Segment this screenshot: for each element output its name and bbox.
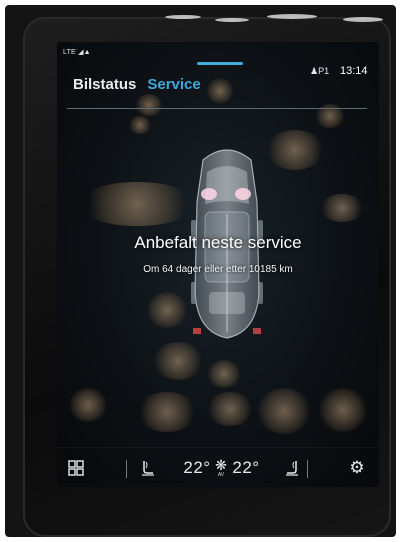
fan-control: ❋ AV <box>215 458 227 478</box>
separator <box>126 460 127 478</box>
settings-button[interactable]: ⚙ <box>343 448 371 487</box>
status-bar: LTE ◢▲ ♟P1 13:14 <box>57 42 379 77</box>
clock: 13:14 <box>340 65 368 77</box>
smudge <box>319 194 365 222</box>
seat-heat-left-icon <box>142 461 154 476</box>
pull-down-handle[interactable] <box>197 62 243 65</box>
smudge <box>147 292 187 328</box>
smudge <box>77 182 197 226</box>
tab-bar: Bilstatus Service <box>73 76 201 100</box>
left-seat-heat-button[interactable] <box>135 448 161 487</box>
smudge <box>69 388 107 422</box>
signal-label: LTE <box>63 49 76 56</box>
infotainment-screen: LTE ◢▲ ♟P1 13:14 Bilstatus Service Anbef… <box>57 42 379 487</box>
service-headline: Anbefalt neste service <box>134 233 302 252</box>
smudge <box>137 392 197 432</box>
vent-highlight <box>215 18 249 22</box>
smudge <box>207 392 253 426</box>
signal-indicator: LTE ◢▲ <box>63 48 91 56</box>
vent-highlight <box>267 14 317 19</box>
fan-status: AV <box>217 472 225 478</box>
separator <box>307 460 308 478</box>
smudge <box>265 130 325 170</box>
smudge <box>129 116 151 134</box>
vent-highlight <box>343 17 383 22</box>
home-button[interactable] <box>61 448 91 487</box>
tab-divider <box>67 108 367 109</box>
climate-bar: 22° ❋ AV 22° ⚙ <box>57 447 379 487</box>
seat-heat-right-icon <box>286 461 298 476</box>
smudge <box>207 360 241 388</box>
smudge <box>319 388 367 432</box>
right-seat-heat-button[interactable] <box>279 448 305 487</box>
grid-icon <box>68 460 84 476</box>
right-temperature[interactable]: 22° <box>229 448 263 487</box>
smudge <box>207 78 233 104</box>
vent-highlight <box>165 15 201 19</box>
smudge <box>257 388 311 434</box>
tab-service[interactable]: Service <box>147 76 200 93</box>
smudge <box>153 342 203 380</box>
left-temperature[interactable]: 22° <box>181 448 213 487</box>
driver-profile[interactable]: ♟P1 <box>310 66 329 77</box>
gear-icon: ⚙ <box>349 458 365 477</box>
fan-button[interactable]: ❋ AV <box>211 448 231 487</box>
user-icon: ♟ <box>310 66 319 76</box>
signal-bars-icon: ◢▲ <box>78 49 91 56</box>
profile-label: P1 <box>318 66 330 76</box>
tab-bilstatus[interactable]: Bilstatus <box>73 76 136 93</box>
fan-icon: ❋ <box>215 457 227 473</box>
service-detail: Om 64 dager eller etter 10185 km <box>143 264 293 275</box>
